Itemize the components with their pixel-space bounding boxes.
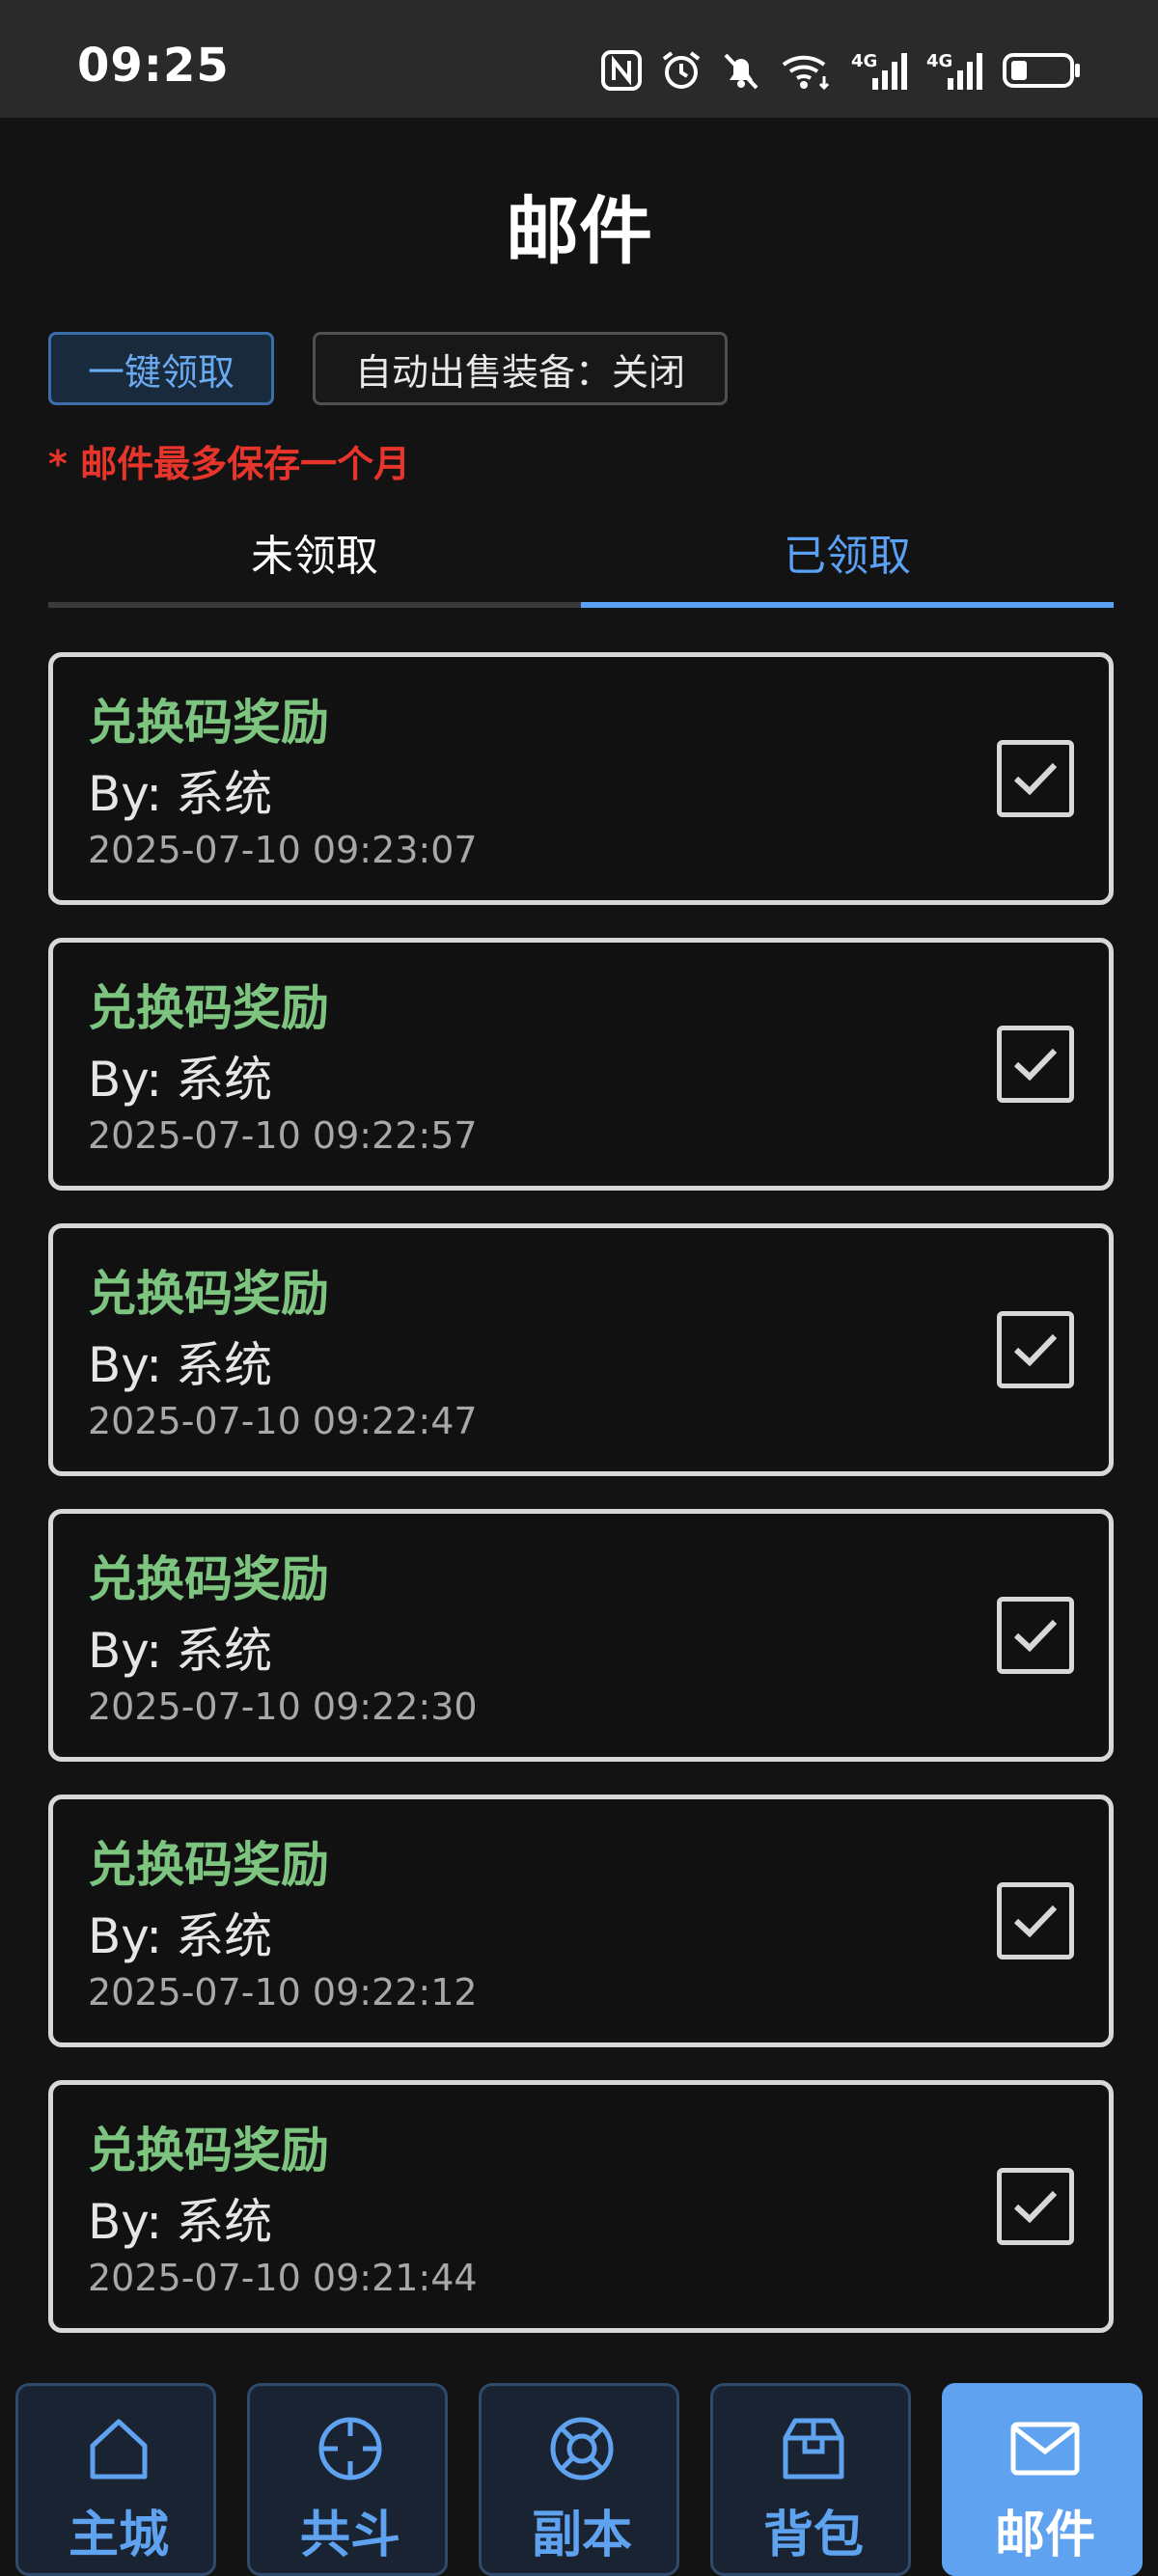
check-icon bbox=[1013, 1333, 1058, 1367]
mail-item[interactable]: 兑换码奖励 By: 系统 2025-07-10 09:22:57 bbox=[48, 938, 1114, 1191]
lifebuoy-icon bbox=[550, 2417, 614, 2480]
mail-retention-notice: * 邮件最多保存一个月 bbox=[48, 443, 411, 485]
mail-title: 兑换码奖励 bbox=[88, 2123, 329, 2179]
mute-icon bbox=[720, 49, 762, 92]
mail-checkbox[interactable] bbox=[997, 1311, 1074, 1388]
alarm-icon bbox=[660, 49, 703, 92]
nav-item-dungeon[interactable]: 副本 bbox=[479, 2383, 679, 2576]
mail-title: 兑换码奖励 bbox=[88, 980, 329, 1036]
mail-sender-name: 系统 bbox=[176, 766, 273, 822]
mail-timestamp: 2025-07-10 09:22:12 bbox=[88, 1971, 478, 2014]
check-icon bbox=[1013, 1048, 1058, 1082]
wifi-icon bbox=[780, 49, 834, 92]
nav-item-main-city[interactable]: 主城 bbox=[15, 2383, 216, 2576]
claim-all-button[interactable]: 一键领取 bbox=[48, 332, 274, 405]
mail-sender-prefix: By: bbox=[88, 1908, 163, 1964]
mail-item[interactable]: 兑换码奖励 By: 系统 2025-07-10 09:22:12 bbox=[48, 1795, 1114, 2047]
home-icon bbox=[90, 2419, 148, 2480]
mail-item[interactable]: 兑换码奖励 By: 系统 2025-07-10 09:22:30 bbox=[48, 1509, 1114, 1762]
status-bar: 09:25 4G 4G bbox=[0, 0, 1158, 118]
mail-sender-name: 系统 bbox=[176, 1052, 273, 1108]
mail-sender-prefix: By: bbox=[88, 2194, 163, 2250]
mail-sender: By: 系统 bbox=[88, 2183, 272, 2253]
mail-icon bbox=[1010, 2422, 1080, 2476]
battery-icon bbox=[1002, 49, 1083, 92]
mail-sender-name: 系统 bbox=[176, 1908, 273, 1964]
mail-sender: By: 系统 bbox=[88, 1327, 272, 1396]
mail-tabs: 未领取 已领取 bbox=[48, 502, 1114, 608]
mail-checkbox[interactable] bbox=[997, 740, 1074, 817]
mail-sender-prefix: By: bbox=[88, 1337, 163, 1393]
mail-title: 兑换码奖励 bbox=[88, 1266, 329, 1322]
tab-claimed[interactable]: 已领取 bbox=[581, 502, 1114, 608]
check-icon bbox=[1013, 762, 1058, 796]
mail-checkbox[interactable] bbox=[997, 1882, 1074, 1959]
mail-sender-name: 系统 bbox=[176, 1337, 273, 1393]
mail-timestamp: 2025-07-10 09:21:44 bbox=[88, 2257, 478, 2299]
svg-text:4G: 4G bbox=[926, 51, 952, 71]
check-icon bbox=[1013, 1619, 1058, 1653]
mail-sender-name: 系统 bbox=[176, 2194, 273, 2250]
page-title: 邮件 bbox=[506, 188, 652, 274]
nav-item-co-op[interactable]: 共斗 bbox=[247, 2383, 448, 2576]
nav-label: 共斗 bbox=[299, 2507, 400, 2564]
mail-title: 兑换码奖励 bbox=[88, 1551, 329, 1607]
mail-sender: By: 系统 bbox=[88, 755, 272, 825]
nav-label: 主城 bbox=[68, 2507, 169, 2564]
status-time: 09:25 bbox=[77, 39, 230, 93]
bottom-nav: 主城 共斗 副本 背包 邮件 bbox=[0, 2383, 1158, 2576]
nav-item-mail[interactable]: 邮件 bbox=[942, 2383, 1143, 2576]
mail-sender: By: 系统 bbox=[88, 1041, 272, 1110]
crosshair-icon bbox=[318, 2417, 382, 2480]
mail-title: 兑换码奖励 bbox=[88, 1837, 329, 1893]
nav-label: 邮件 bbox=[994, 2507, 1095, 2564]
mail-sender: By: 系统 bbox=[88, 1898, 272, 1967]
mail-timestamp: 2025-07-10 09:22:57 bbox=[88, 1114, 478, 1157]
signal-4g-icon: 4G bbox=[851, 49, 909, 92]
mail-sender-prefix: By: bbox=[88, 766, 163, 822]
mail-timestamp: 2025-07-10 09:22:47 bbox=[88, 1400, 478, 1442]
svg-text:4G: 4G bbox=[851, 51, 877, 71]
nfc-icon bbox=[600, 49, 643, 92]
mail-timestamp: 2025-07-10 09:23:07 bbox=[88, 829, 478, 871]
nav-item-backpack[interactable]: 背包 bbox=[710, 2383, 911, 2576]
mail-checkbox[interactable] bbox=[997, 1026, 1074, 1103]
tab-unclaimed[interactable]: 未领取 bbox=[48, 502, 581, 608]
mail-checkbox[interactable] bbox=[997, 1597, 1074, 1674]
mail-sender: By: 系统 bbox=[88, 1612, 272, 1682]
auto-sell-toggle-button[interactable]: 自动出售装备：关闭 bbox=[313, 332, 728, 405]
package-icon bbox=[783, 2418, 844, 2480]
mail-sender-name: 系统 bbox=[176, 1623, 273, 1679]
check-icon bbox=[1013, 2190, 1058, 2224]
mail-sender-prefix: By: bbox=[88, 1052, 163, 1108]
mail-title: 兑换码奖励 bbox=[88, 695, 329, 751]
nav-label: 背包 bbox=[762, 2507, 864, 2564]
mail-checkbox[interactable] bbox=[997, 2168, 1074, 2245]
signal-4g-icon: 4G bbox=[926, 49, 984, 92]
nav-label: 副本 bbox=[531, 2507, 632, 2564]
mail-item[interactable]: 兑换码奖励 By: 系统 2025-07-10 09:23:07 bbox=[48, 652, 1114, 905]
mail-item[interactable]: 兑换码奖励 By: 系统 2025-07-10 09:21:44 bbox=[48, 2080, 1114, 2333]
check-icon bbox=[1013, 1905, 1058, 1938]
mail-item[interactable]: 兑换码奖励 By: 系统 2025-07-10 09:22:47 bbox=[48, 1223, 1114, 1476]
mail-sender-prefix: By: bbox=[88, 1623, 163, 1679]
mail-timestamp: 2025-07-10 09:22:30 bbox=[88, 1685, 478, 1728]
status-icons: 4G 4G bbox=[600, 42, 1083, 98]
